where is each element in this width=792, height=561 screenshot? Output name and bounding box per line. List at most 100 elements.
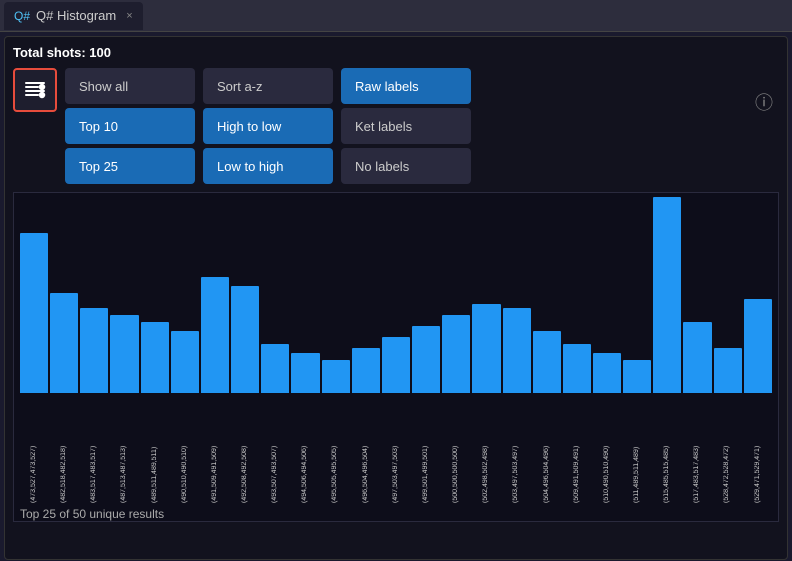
bar[interactable] xyxy=(503,308,531,393)
bar[interactable] xyxy=(744,299,772,393)
bar[interactable] xyxy=(201,277,229,393)
bar-label: (502,498,502,498) xyxy=(482,395,490,503)
bar[interactable] xyxy=(231,286,259,393)
bar[interactable] xyxy=(261,344,289,393)
bar[interactable] xyxy=(563,344,591,393)
bar-label-wrapper: (496,504,496,504) xyxy=(352,395,380,503)
bar-wrapper xyxy=(593,197,621,393)
label-group: Raw labels Ket labels No labels xyxy=(341,68,471,184)
bar[interactable] xyxy=(653,197,681,393)
bar-label: (517,483,517,483) xyxy=(693,395,701,503)
ket-labels-button[interactable]: Ket labels xyxy=(341,108,471,144)
bar-label-wrapper: (510,490,510,490) xyxy=(593,395,621,503)
bar-label: (493,507,493,507) xyxy=(271,395,279,503)
bar-wrapper xyxy=(442,197,470,393)
bar-label-wrapper: (497,503,497,503) xyxy=(382,395,410,503)
bar-label-wrapper: (529,471,529,471) xyxy=(744,395,772,503)
controls-row: Show all Top 10 Top 25 Sort a-z High to … xyxy=(13,68,779,184)
low-to-high-button[interactable]: Low to high xyxy=(203,148,333,184)
bar-label: (495,505,495,505) xyxy=(331,395,339,503)
bar-label-wrapper: (490,510,490,510) xyxy=(171,395,199,503)
bar-wrapper xyxy=(80,197,108,393)
bar-label-wrapper: (489,511,489,511) xyxy=(141,395,169,503)
bar[interactable] xyxy=(110,315,138,393)
bar-label-wrapper: (502,498,502,498) xyxy=(472,395,500,503)
histogram-tab[interactable]: Q# Q# Histogram × xyxy=(4,2,143,30)
bar-wrapper xyxy=(744,197,772,393)
bar[interactable] xyxy=(382,337,410,393)
tab-close-button[interactable]: × xyxy=(126,10,132,22)
bar-label: (528,472,528,472) xyxy=(723,395,731,503)
bar-wrapper xyxy=(231,197,259,393)
bar-label: (487,513,487,513) xyxy=(120,395,128,503)
bar[interactable] xyxy=(50,293,78,393)
no-labels-button[interactable]: No labels xyxy=(341,148,471,184)
bar-wrapper xyxy=(20,197,48,393)
bar[interactable] xyxy=(80,308,108,393)
top-10-button[interactable]: Top 10 xyxy=(65,108,195,144)
bar-label-wrapper: (495,505,495,505) xyxy=(322,395,350,503)
bar[interactable] xyxy=(412,326,440,393)
bar[interactable] xyxy=(683,322,711,393)
info-icon-button[interactable]: ⓘ xyxy=(755,89,773,115)
bar[interactable] xyxy=(141,322,169,393)
top-25-button[interactable]: Top 25 xyxy=(65,148,195,184)
bar[interactable] xyxy=(322,360,350,393)
bar-wrapper xyxy=(472,197,500,393)
tab-bar: Q# Q# Histogram × xyxy=(0,0,792,32)
bar-label: (496,504,496,504) xyxy=(362,395,370,503)
bar[interactable] xyxy=(171,331,199,393)
bars-container xyxy=(20,197,772,393)
bar-label-wrapper: (504,496,504,496) xyxy=(533,395,561,503)
bar[interactable] xyxy=(593,353,621,393)
bar[interactable] xyxy=(714,348,742,393)
bar-wrapper xyxy=(261,197,289,393)
bar[interactable] xyxy=(472,304,500,393)
bar-wrapper xyxy=(291,197,319,393)
bar-label: (490,510,490,510) xyxy=(181,395,189,503)
bar-wrapper xyxy=(352,197,380,393)
bar-label: (497,503,497,503) xyxy=(392,395,400,503)
bar-label-wrapper: (487,513,487,513) xyxy=(110,395,138,503)
bar-wrapper xyxy=(141,197,169,393)
bar-label: (483,517,483,517) xyxy=(90,395,98,503)
bar[interactable] xyxy=(533,331,561,393)
bar[interactable] xyxy=(291,353,319,393)
filter-icon xyxy=(23,78,47,102)
bar-wrapper xyxy=(563,197,591,393)
main-panel: Total shots: 100 Show all Top 10 Top 25 xyxy=(4,36,788,560)
bar-label-wrapper: (494,506,494,506) xyxy=(291,395,319,503)
bar-label-wrapper: (515,485,515,485) xyxy=(653,395,681,503)
bar[interactable] xyxy=(352,348,380,393)
bar[interactable] xyxy=(623,360,651,393)
bar-label-wrapper: (511,489,511,489) xyxy=(623,395,651,503)
bar-label-wrapper: (528,472,528,472) xyxy=(714,395,742,503)
sort-az-button[interactable]: Sort a-z xyxy=(203,68,333,104)
bar-wrapper xyxy=(714,197,742,393)
bar-label-wrapper: (493,507,493,507) xyxy=(261,395,289,503)
bar-label: (491,509,491,509) xyxy=(211,395,219,503)
bar[interactable] xyxy=(20,233,48,393)
bar-label: (500,500,500,500) xyxy=(452,395,460,503)
bar-wrapper xyxy=(171,197,199,393)
filter-icon-button[interactable] xyxy=(13,68,57,112)
bar-wrapper xyxy=(382,197,410,393)
high-to-low-button[interactable]: High to low xyxy=(203,108,333,144)
bar-label: (510,490,510,490) xyxy=(603,395,611,503)
bar-wrapper xyxy=(683,197,711,393)
bar-label: (511,489,511,489) xyxy=(633,395,641,503)
bar-label-wrapper: (500,500,500,500) xyxy=(442,395,470,503)
tab-label: Q# Histogram xyxy=(36,8,116,23)
labels-container: (473,527,473,527) (482,518,482,518) (483,5… xyxy=(20,393,772,503)
raw-labels-button[interactable]: Raw labels xyxy=(341,68,471,104)
bar[interactable] xyxy=(442,315,470,393)
bar-wrapper xyxy=(623,197,651,393)
bar-label-wrapper: (482,518,482,518) xyxy=(50,395,78,503)
bar-label: (473,527,473,527) xyxy=(30,395,38,503)
bar-label: (529,471,529,471) xyxy=(754,395,762,503)
bar-label-wrapper: (492,508,492,508) xyxy=(231,395,259,503)
tab-icon: Q# xyxy=(14,9,30,23)
bar-wrapper xyxy=(322,197,350,393)
bar-label: (494,506,494,506) xyxy=(301,395,309,503)
show-all-button[interactable]: Show all xyxy=(65,68,195,104)
